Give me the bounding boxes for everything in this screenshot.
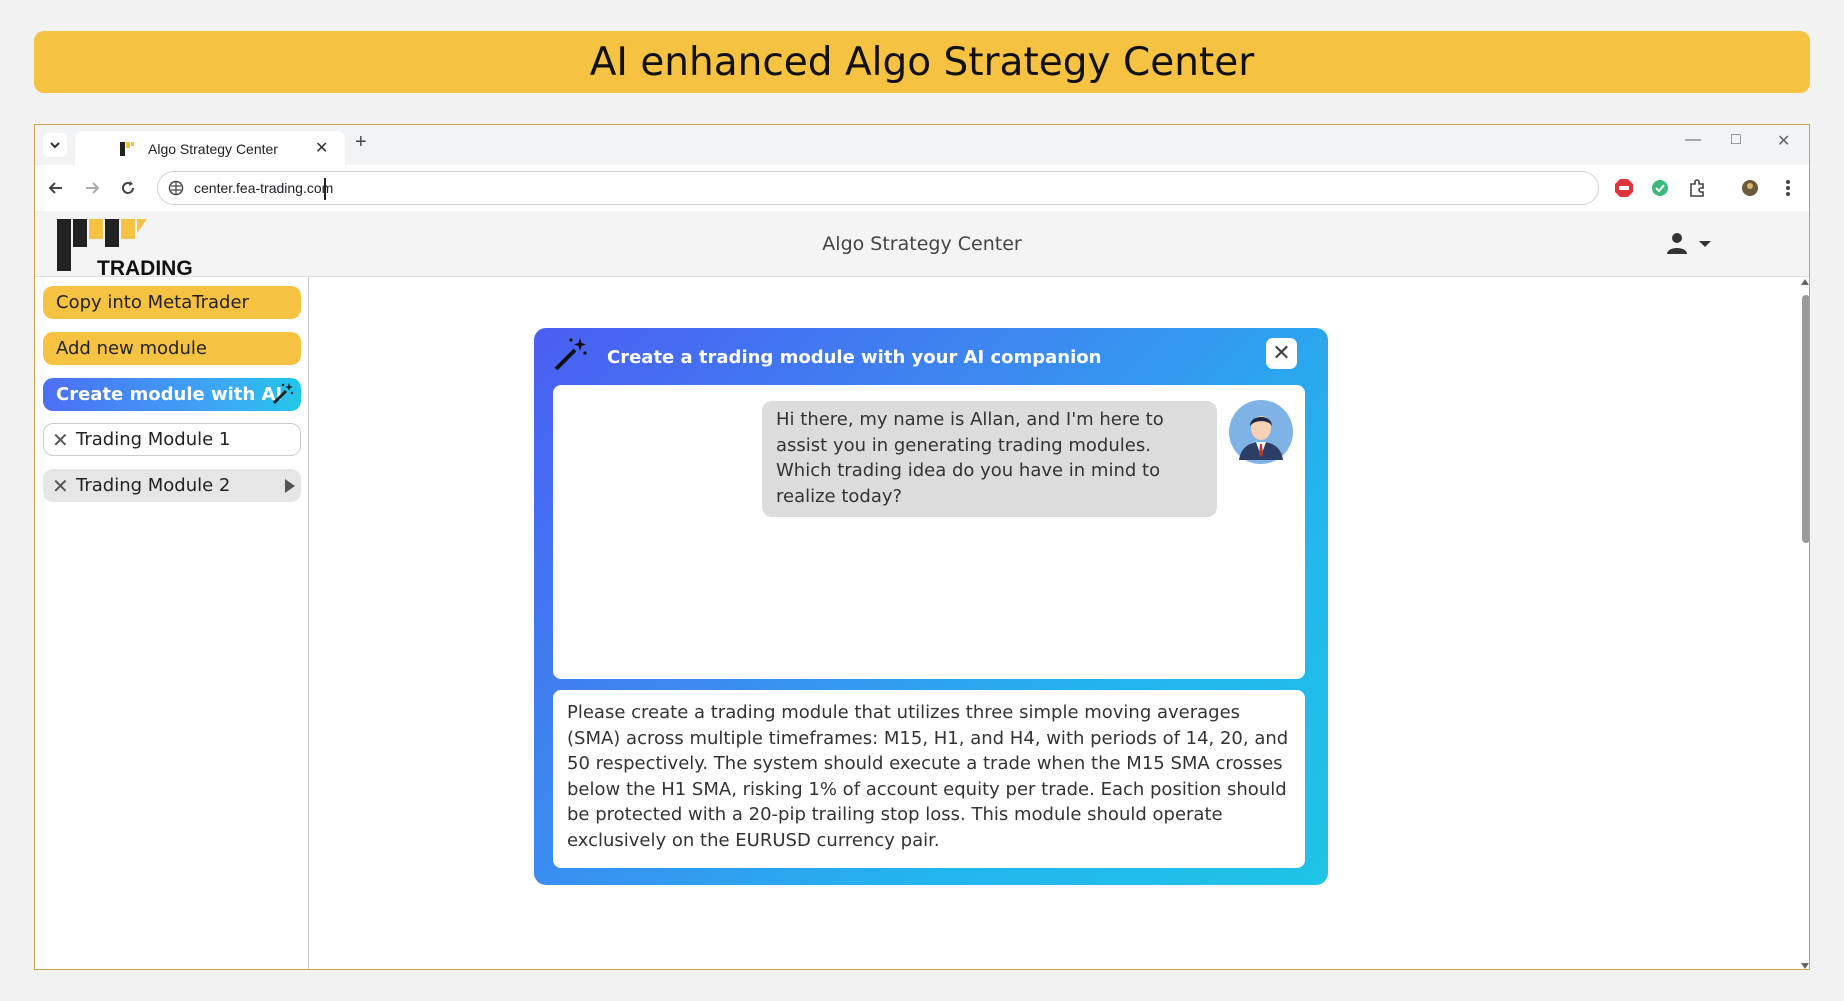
scroll-up-icon[interactable] [1801, 279, 1809, 285]
browser-menu-button[interactable] [1777, 177, 1799, 199]
green-extension[interactable] [1649, 177, 1671, 199]
scroll-down-icon[interactable] [1801, 963, 1809, 969]
tab-title: Algo Strategy Center [148, 141, 278, 157]
browser-toolbar: center.fea-trading.com [35, 165, 1809, 211]
magic-wand-icon [554, 338, 587, 371]
dialog-title: Create a trading module with your AI com… [607, 347, 1102, 368]
create-module-with-ai-button[interactable]: Create module with AI [43, 378, 301, 411]
banner-title: AI enhanced Algo Strategy Center [589, 39, 1255, 85]
dialog-close-button[interactable]: ✕ [1266, 338, 1297, 369]
chevron-down-icon [50, 142, 60, 149]
tab-close-button[interactable]: ✕ [315, 138, 328, 158]
puzzle-icon [1690, 179, 1704, 197]
copy-into-metatrader-button[interactable]: Copy into MetaTrader [43, 286, 301, 319]
remove-module-icon[interactable]: ✕ [52, 474, 69, 498]
text-cursor [324, 178, 326, 200]
main-content: Create a trading module with your AI com… [310, 277, 1809, 969]
address-bar[interactable]: center.fea-trading.com [157, 171, 1599, 205]
profile-extension[interactable] [1739, 177, 1761, 199]
favicon-icon [120, 142, 134, 156]
app-header: TRADING Algo Strategy Center [35, 211, 1809, 280]
scrollbar-thumb[interactable] [1802, 295, 1809, 543]
ai-button-label: Create module with AI [56, 384, 283, 405]
ai-companion-dialog: Create a trading module with your AI com… [534, 328, 1328, 885]
add-new-module-button[interactable]: Add new module [43, 332, 301, 365]
tab-search-button[interactable] [43, 133, 67, 157]
user-menu-button[interactable] [1665, 231, 1712, 259]
page-banner: AI enhanced Algo Strategy Center [34, 31, 1810, 93]
site-info-icon[interactable] [168, 180, 184, 196]
chat-history[interactable]: Hi there, my name is Allan, and I'm here… [553, 385, 1305, 679]
green-extension-icon [1652, 180, 1668, 196]
adblock-extension[interactable] [1613, 177, 1635, 199]
new-tab-button[interactable]: + [355, 131, 367, 154]
window-close-button[interactable]: ✕ [1777, 131, 1790, 151]
kebab-menu-icon [1786, 180, 1790, 196]
tab-strip: Algo Strategy Center ✕ + — □ ✕ [35, 125, 1809, 165]
forward-button[interactable] [79, 175, 105, 201]
forward-icon [86, 182, 100, 194]
assistant-message: Hi there, my name is Allan, and I'm here… [762, 401, 1217, 517]
copy-button-label: Copy into MetaTrader [56, 292, 249, 313]
profile-extension-icon [1742, 180, 1758, 196]
adblock-icon [1615, 179, 1633, 197]
minimize-button[interactable]: — [1685, 131, 1701, 149]
remove-module-icon[interactable]: ✕ [52, 428, 69, 452]
module-item-trading-module-2[interactable]: ✕ Trading Module 2 [43, 469, 301, 502]
back-icon [48, 182, 62, 194]
user-icon [1667, 233, 1687, 254]
caret-down-icon [1699, 241, 1712, 247]
sidebar: Copy into MetaTrader Add new module Crea… [35, 277, 309, 969]
module-label: Trading Module 2 [76, 475, 231, 496]
reload-button[interactable] [115, 175, 141, 201]
url-text[interactable]: center.fea-trading.com [194, 180, 333, 196]
back-button[interactable] [43, 175, 69, 201]
add-button-label: Add new module [56, 338, 207, 359]
avatar-icon [1229, 400, 1293, 464]
browser-window: Algo Strategy Center ✕ + — □ ✕ center.fe… [34, 124, 1810, 970]
app-title: Algo Strategy Center [822, 233, 1022, 255]
extensions-button[interactable] [1686, 177, 1708, 199]
browser-tab[interactable]: Algo Strategy Center ✕ [75, 131, 345, 165]
module-item-trading-module-1[interactable]: ✕ Trading Module 1 [43, 423, 301, 456]
prompt-input[interactable]: Please create a trading module that util… [553, 690, 1305, 868]
magic-wand-icon [272, 383, 294, 405]
reload-icon [122, 181, 134, 194]
play-right-icon [285, 479, 295, 493]
maximize-button[interactable]: □ [1731, 131, 1741, 149]
module-label: Trading Module 1 [76, 429, 231, 450]
vertical-scrollbar[interactable] [1799, 277, 1809, 969]
